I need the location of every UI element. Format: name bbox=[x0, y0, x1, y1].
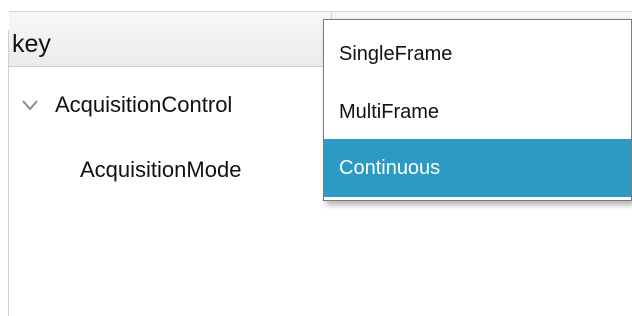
option-multi-frame[interactable]: MultiFrame bbox=[324, 82, 631, 142]
option-continuous[interactable]: Continuous bbox=[324, 139, 631, 197]
tree-item-label: AcquisitionControl bbox=[55, 92, 233, 117]
chevron-down-icon[interactable] bbox=[19, 94, 41, 116]
tree-item-acquisition-mode[interactable]: AcquisitionMode bbox=[9, 145, 241, 195]
option-single-frame[interactable]: SingleFrame bbox=[324, 24, 631, 84]
tree-item-acquisition-control[interactable]: AcquisitionControl bbox=[9, 80, 232, 130]
acquisition-mode-dropdown-list[interactable]: SingleFrame MultiFrame Continuous bbox=[323, 19, 632, 201]
option-label: Continuous bbox=[339, 156, 441, 179]
tree-item-label: AcquisitionMode bbox=[80, 157, 242, 182]
key-column-header[interactable]: key bbox=[12, 29, 51, 59]
option-label: MultiFrame bbox=[339, 100, 440, 123]
option-label: SingleFrame bbox=[339, 42, 453, 65]
property-tree-panel: key AcquisitionControl AcquisitionMode S… bbox=[0, 0, 632, 316]
